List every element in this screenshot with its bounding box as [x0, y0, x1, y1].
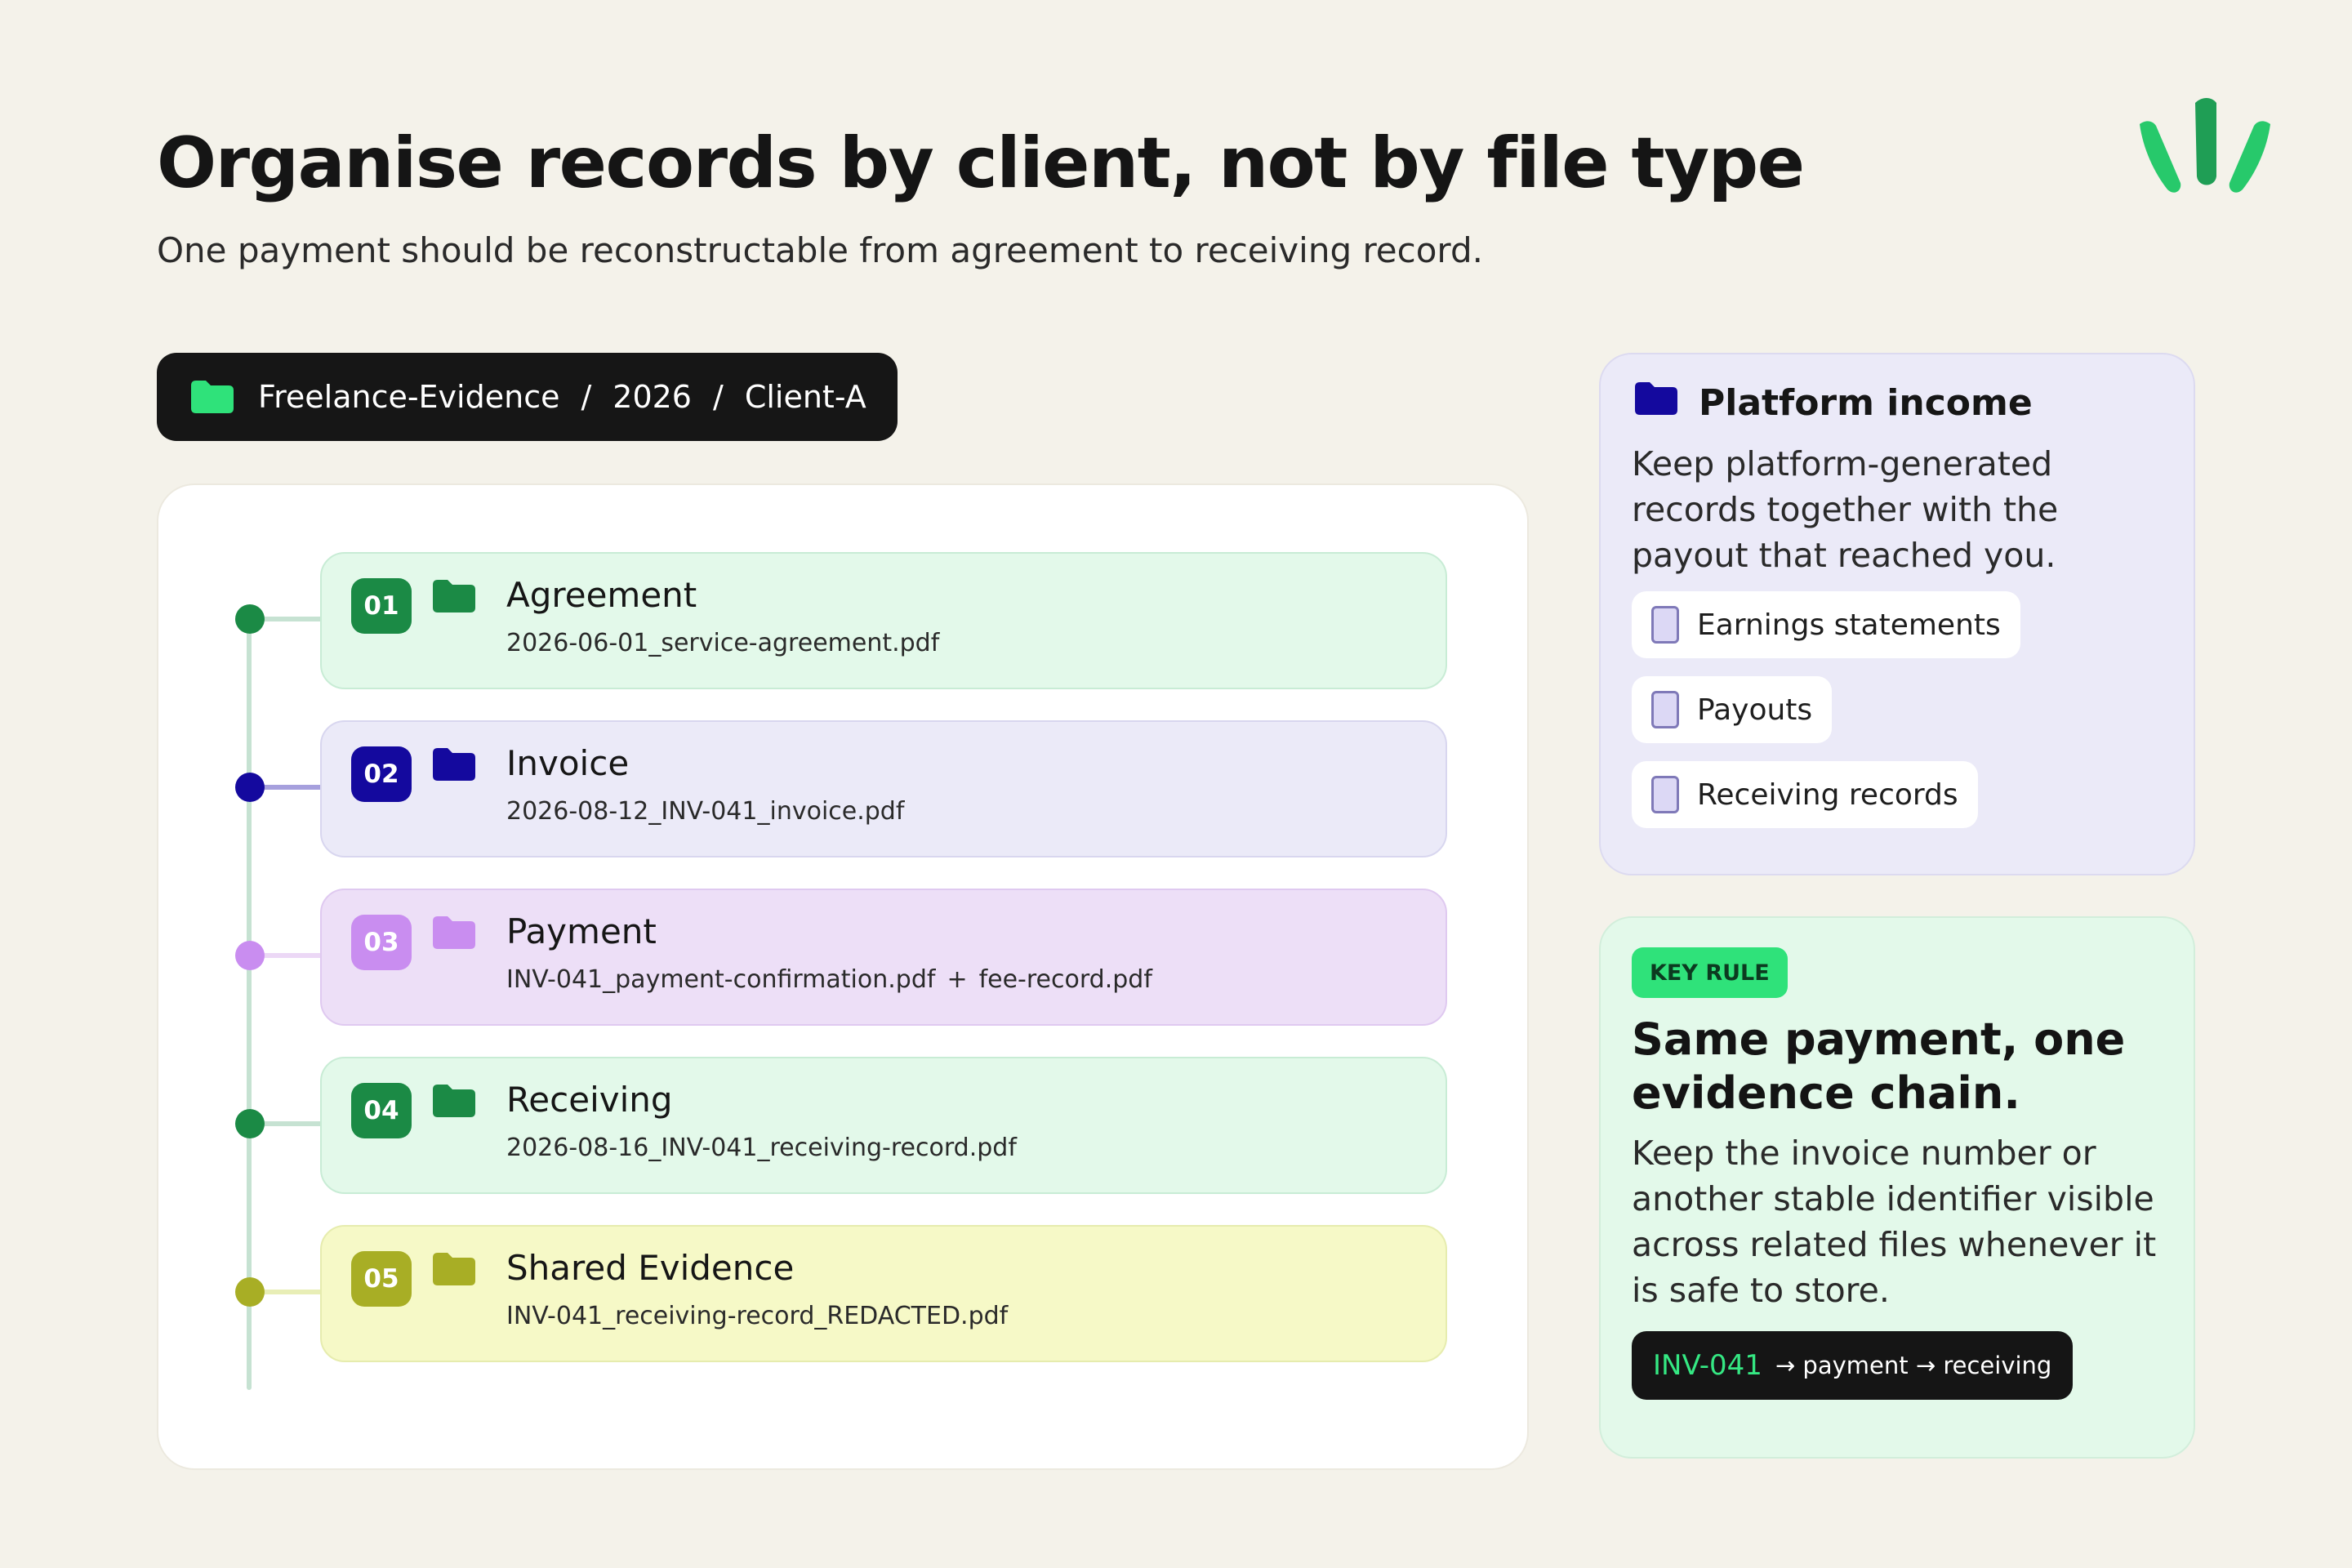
breadcrumb: Freelance-Evidence / 2026 / Client-A [157, 353, 898, 441]
file-name[interactable]: 2026-08-16_INV-041_receiving-record.pdf [506, 1134, 1017, 1162]
folder-icon [430, 746, 477, 786]
document-icon [1651, 776, 1679, 813]
breadcrumb-separator: / [581, 379, 592, 415]
file-name[interactable]: fee-record.pdf [979, 965, 1152, 994]
file-joiner: + [947, 965, 968, 994]
file-name[interactable]: 2026-08-12_INV-041_invoice.pdf [506, 797, 904, 826]
step-files: INV-041_payment-confirmation.pdf + fee-rec… [506, 965, 1152, 994]
chain-id: INV-041 [1653, 1349, 1762, 1382]
folder-icon [430, 1251, 477, 1290]
step-files: INV-041_receiving-record_REDACTED.pdf [506, 1302, 1008, 1330]
step-number-badge: 04 [351, 1083, 412, 1138]
folder-icon [430, 915, 477, 954]
breadcrumb-separator: / [713, 379, 724, 415]
folder-icon [430, 1083, 477, 1122]
key-rule-card: KEY RULE Same payment, one evidence chai… [1599, 916, 2195, 1459]
step-title: Receiving [506, 1080, 673, 1120]
step-files: 2026-08-16_INV-041_receiving-record.pdf [506, 1134, 1017, 1162]
chip-label: Earnings statements [1697, 608, 2001, 642]
step-number-badge: 01 [351, 578, 412, 634]
step-title: Shared Evidence [506, 1248, 795, 1288]
page-title: Organise records by client, not by file … [157, 122, 1805, 204]
chain-flow: → payment → receiving [1775, 1352, 2052, 1379]
leaf-sprout-icon [2140, 98, 2270, 193]
step-row-agreement[interactable]: 01 Agreement 2026-06-01_service-agreement.… [320, 552, 1447, 689]
breadcrumb-item-client[interactable]: Client-A [745, 379, 866, 415]
document-icon [1651, 691, 1679, 728]
key-rule-tag: KEY RULE [1632, 947, 1788, 998]
key-rule-description: Keep the invoice number or another stabl… [1632, 1134, 2157, 1310]
file-name[interactable]: INV-041_receiving-record_REDACTED.pdf [506, 1302, 1008, 1330]
step-row-invoice[interactable]: 02 Invoice 2026-08-12_INV-041_invoice.pdf [320, 720, 1447, 858]
file-name[interactable]: INV-041_payment-confirmation.pdf [506, 965, 935, 994]
timeline-dot [235, 604, 265, 634]
chip-earnings-statements[interactable]: Earnings statements [1632, 591, 2020, 658]
chip-label: Receiving records [1697, 777, 1958, 812]
folder-icon [1632, 381, 1679, 425]
step-number-badge: 05 [351, 1251, 412, 1307]
chip-receiving-records[interactable]: Receiving records [1632, 761, 1978, 828]
folder-icon [430, 578, 477, 617]
platform-description: Keep platform-generated records together… [1632, 444, 2059, 575]
folder-icon [188, 379, 235, 415]
timeline-dot [235, 1109, 265, 1138]
breadcrumb-item-root[interactable]: Freelance-Evidence [258, 379, 559, 415]
step-files: 2026-06-01_service-agreement.pdf [506, 629, 939, 657]
timeline-dot [235, 1277, 265, 1307]
step-row-receiving[interactable]: 04 Receiving 2026-08-16_INV-041_receiving-… [320, 1057, 1447, 1194]
platform-income-card: Platform income Keep platform-generated … [1599, 353, 2195, 875]
document-icon [1651, 606, 1679, 644]
file-name[interactable]: 2026-06-01_service-agreement.pdf [506, 629, 939, 657]
platform-title: Platform income [1699, 382, 2033, 424]
timeline-dot [235, 941, 265, 970]
step-files: 2026-08-12_INV-041_invoice.pdf [506, 797, 904, 826]
step-number-badge: 03 [351, 915, 412, 970]
page-subtitle: One payment should be reconstructable fr… [157, 230, 1483, 270]
breadcrumb-item-year[interactable]: 2026 [612, 379, 692, 415]
evidence-chain-badge: INV-041 → payment → receiving [1632, 1331, 2074, 1400]
step-title: Agreement [506, 575, 697, 615]
timeline-line [247, 614, 252, 1390]
step-row-payment[interactable]: 03 Payment INV-041_payment-confirmation.pd… [320, 889, 1447, 1026]
chip-payouts[interactable]: Payouts [1632, 676, 1833, 743]
step-title: Payment [506, 911, 657, 951]
chip-label: Payouts [1697, 693, 1813, 727]
platform-header: Platform income [1632, 381, 2033, 425]
key-rule-title: Same payment, one evidence chain. [1632, 1013, 2126, 1119]
step-row-shared-evidence[interactable]: 05 Shared Evidence INV-041_receiving-recor… [320, 1225, 1447, 1362]
step-title: Invoice [506, 743, 630, 783]
step-number-badge: 02 [351, 746, 412, 802]
timeline-dot [235, 773, 265, 802]
